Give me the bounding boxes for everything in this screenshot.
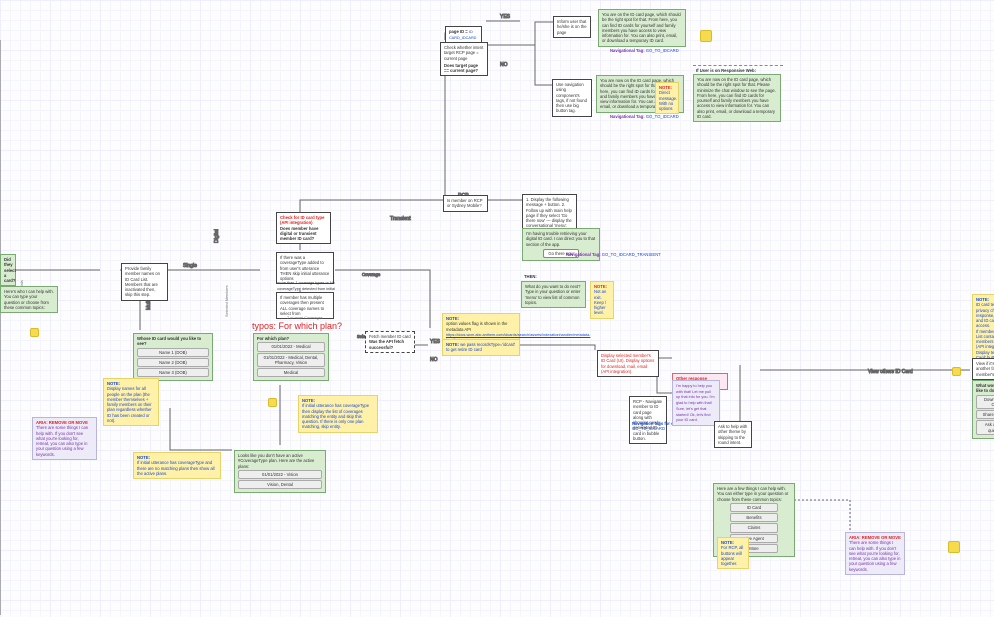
then-body-1: What do you want to do next? Type in you…	[521, 281, 586, 308]
family-list-note: Provide family member names on ID Card L…	[121, 263, 168, 301]
sticky-note-icon	[952, 367, 961, 376]
what-next: What would you like to do next Download …	[972, 380, 994, 439]
plan-option[interactable]: 01/01/2022 - Medical	[257, 342, 325, 351]
response-variations-body: I'm happy to help you with that! Let me …	[672, 380, 720, 426]
active-plans: Looks like you don't have an active #Cov…	[234, 450, 326, 493]
next-option[interactable]: Download ID Card	[976, 395, 994, 410]
svg-text:YES: YES	[500, 14, 511, 20]
svg-text:YES: YES	[430, 339, 441, 345]
check-idcard-type: Check for ID card type (API integration)…	[276, 212, 331, 244]
connector-lines: YES NO RCP Transient Digital Coverage Si…	[0, 0, 994, 617]
help-note: NOTE:For RCP, all buttons will appear to…	[717, 537, 749, 569]
then-label-1: THEN:	[521, 272, 540, 281]
rcp-decision: Is member on RCP or Sydney Mobile?	[443, 195, 488, 212]
inform-user-msg: You are on the ID card page, which shoul…	[598, 9, 686, 47]
svg-text:View others ID Card: View others ID Card	[868, 369, 913, 375]
view-others-q: View if it's another family member's car…	[972, 358, 994, 380]
retire-note: NOTE: we pass recordsType='idcard' to ge…	[442, 339, 520, 356]
note-coverage2: NOTE:If initial utterance has coverageTy…	[298, 395, 378, 433]
check-page-q: Does target page == current page?	[444, 63, 484, 74]
member-option[interactable]: Name 2 (DOB)	[137, 358, 209, 367]
page-id-label: page ID =	[449, 29, 468, 34]
svg-text:NO: NO	[500, 62, 508, 68]
display-help-steps: 1. Display the following message + butto…	[522, 194, 577, 232]
display-selected: Display selected member's ID Card (UI). …	[597, 350, 659, 377]
svg-text:Digital: Digital	[214, 229, 220, 243]
use-navigation: Use navigation using component's tags, i…	[552, 79, 592, 117]
page-id-box: page ID = ID CARD_IDCARD	[445, 26, 482, 43]
show-idcard-q: Did they select a card?	[0, 254, 16, 286]
nav-tag-1: Navigational Tag: GO_TO_IDCARD	[607, 46, 682, 55]
svg-text:NO: NO	[430, 357, 438, 363]
next-option[interactable]: Ask another question	[976, 420, 994, 435]
svg-text:Single: Single	[183, 263, 197, 269]
plan-list: For which plan? 01/01/2022 - Medical 01/…	[253, 333, 329, 381]
ask-help: Ask to help with other theme by skipping…	[714, 421, 752, 448]
note-direct: NOTE:Direct message. With no options	[655, 82, 679, 114]
next-option[interactable]: Share ID Card	[976, 410, 994, 419]
help-intro: Here's who I can help with. You can type…	[0, 286, 58, 313]
check-page-text: Check whether intent target RCP page = c…	[444, 45, 484, 61]
aria-remove-2: ARIA: REMOVE OR MOVEThere are some thing…	[845, 532, 905, 575]
fetch-idcard: Fetch member ID card Was the API fetch s…	[365, 331, 415, 353]
then-note: NOTE:Not an exit. Keep / higher level.	[590, 281, 614, 319]
topic-option[interactable]: Claims	[730, 523, 778, 532]
plan-option[interactable]: 01/01/2022 - Vision	[238, 470, 322, 479]
responsive-msg: You are now on the ID card page, which s…	[693, 74, 781, 122]
member-option[interactable]: Name 3 (DOB)	[137, 368, 209, 377]
whose-idcard: Whose ID card would you like to see? Nam…	[133, 333, 213, 381]
typo-annotation: typos: For which plan?	[249, 319, 345, 334]
trouble-nav-tag: Navigational Tag: GO_TO_IDCARD_TRANSIENT	[563, 250, 664, 259]
sticky-note-icon	[268, 398, 277, 407]
svg-text:Coverage: Coverage	[362, 272, 381, 277]
svg-text:Transient: Transient	[390, 216, 411, 222]
topic-option[interactable]: ID Card	[730, 503, 778, 512]
sticky-note-icon	[30, 328, 39, 337]
check-current-page: Check whether intent target RCP page = c…	[440, 42, 488, 76]
note-family: NOTE:Display names for all people on the…	[103, 378, 159, 426]
plan-option[interactable]: Medical	[257, 368, 325, 377]
topic-option[interactable]: Benefits	[730, 513, 778, 522]
member-option[interactable]: Name 1 (DOB)	[137, 348, 209, 357]
selected-members-label: Selected Members	[222, 270, 232, 320]
plan-option[interactable]: Vision, Dental	[238, 480, 322, 489]
sticky-note-icon	[700, 30, 712, 42]
note-coverage: NOTE:If initial utterance has coverageTy…	[133, 452, 221, 479]
sticky-note-icon	[948, 541, 960, 553]
aria-remove-1: ARIA: REMOVE OR MOVEThere are some thing…	[32, 417, 97, 460]
inform-user: Inform user that he/she is on the page	[553, 16, 591, 38]
plan-option[interactable]: 01/01/2022 - Medical, Dental, Pharmacy, …	[257, 353, 325, 368]
